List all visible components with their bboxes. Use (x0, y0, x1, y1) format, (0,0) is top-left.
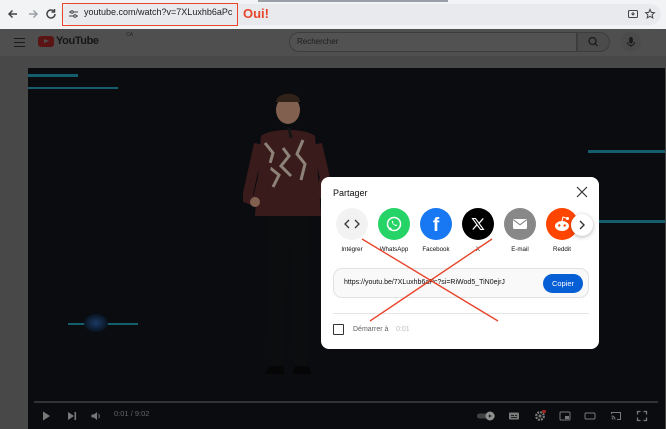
embed-icon (336, 208, 368, 240)
bookmark-star-icon[interactable] (644, 8, 656, 20)
facebook-icon: f (420, 208, 452, 240)
install-app-icon[interactable] (627, 8, 639, 20)
chevron-right-icon (579, 220, 585, 230)
whatsapp-icon (378, 208, 410, 240)
share-next-button[interactable] (571, 214, 593, 236)
x-icon (462, 208, 494, 240)
share-email-button[interactable]: E-mail (500, 208, 540, 253)
reload-icon[interactable] (44, 7, 58, 21)
cross-out-annotation (361, 238, 499, 322)
share-label: E-mail (511, 246, 529, 253)
url-highlight-box (62, 3, 238, 26)
forward-arrow-icon[interactable] (26, 7, 40, 21)
start-at-checkbox[interactable] (333, 324, 344, 335)
close-icon[interactable] (575, 185, 589, 199)
dialog-title: Partager (333, 188, 368, 198)
screen: youtube.com/watch?v=7XLuxhb6aPc Oui! You… (0, 0, 666, 429)
start-at-time-input[interactable]: 0:01 (396, 326, 410, 333)
annotation-label: Oui! (243, 6, 269, 21)
back-arrow-icon[interactable] (6, 7, 20, 21)
email-icon (504, 208, 536, 240)
copy-button[interactable]: Copier (543, 274, 583, 293)
tab-strip (258, 0, 448, 2)
start-at-label: Démarrer à (353, 326, 389, 333)
share-label: Reddit (553, 246, 571, 253)
